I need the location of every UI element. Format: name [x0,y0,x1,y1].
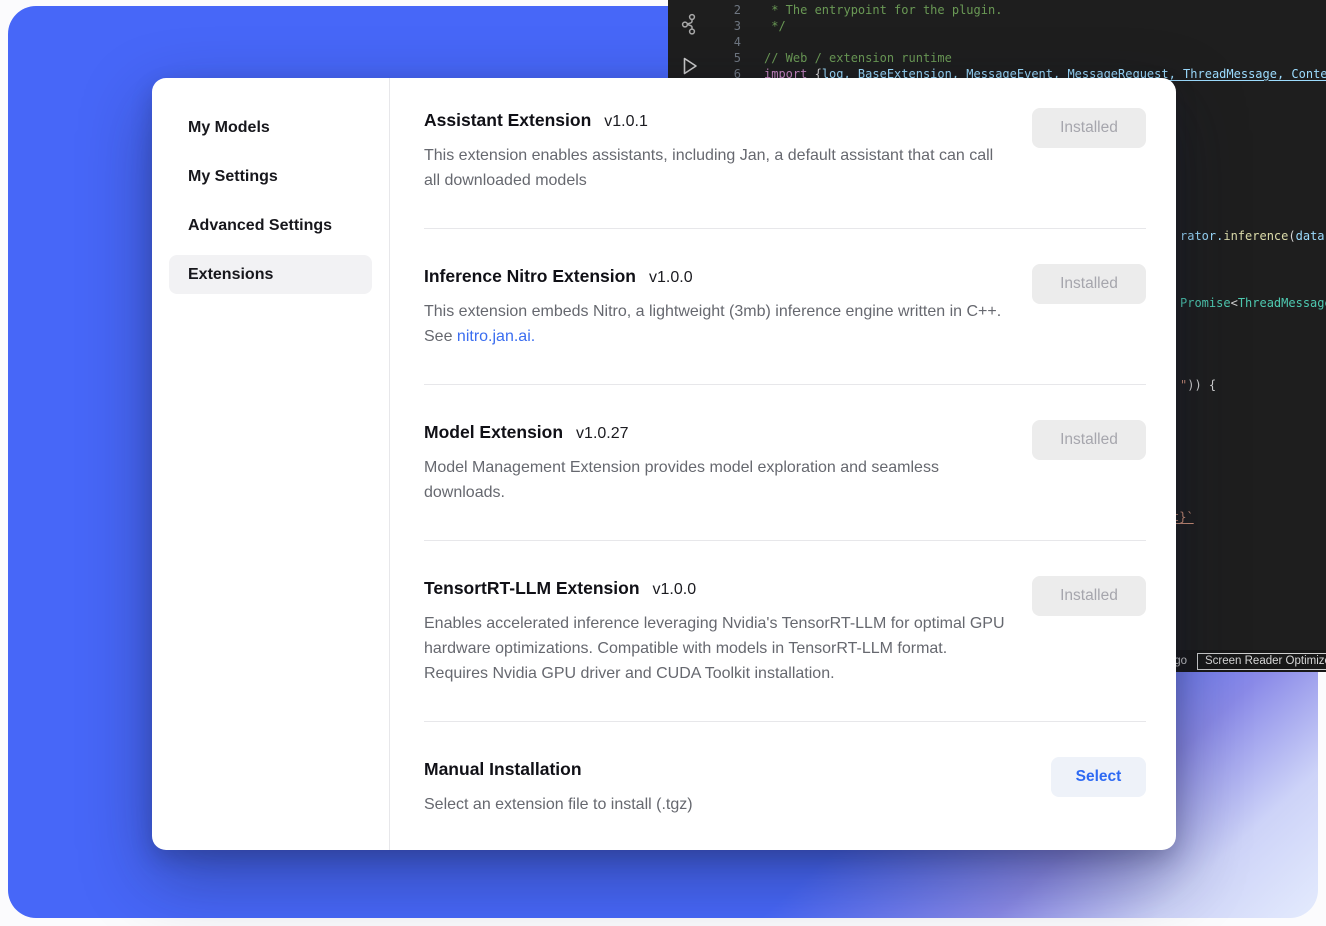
line-number: 3 [668,18,741,34]
manual-installation-description: Select an extension file to install (.tg… [424,792,693,817]
extension-version: v1.0.27 [576,425,628,442]
extension-title: TensortRT-LLM Extension v1.0.0 [424,576,1006,602]
manual-installation-row: Manual Installation Select an extension … [424,722,1146,850]
extension-row-inference-nitro: Inference Nitro Extension v1.0.0 This ext… [424,229,1146,385]
installed-button[interactable]: Installed [1032,420,1146,460]
nitro-jan-ai-link[interactable]: nitro.jan.ai. [457,328,535,345]
extension-name: Assistant Extension [424,110,591,130]
line-number: 4 [668,34,741,50]
code-line: 4 [668,34,1326,50]
installed-button[interactable]: Installed [1032,264,1146,304]
extension-description: Enables accelerated inference leveraging… [424,611,1006,686]
extension-row-model: Model Extension v1.0.27 Model Management … [424,385,1146,541]
code-line: 5 // Web / extension runtime [668,50,1326,66]
sidebar-item-my-models[interactable]: My Models [169,108,372,147]
code-text: */ [741,18,786,34]
extension-title: Assistant Extension v1.0.1 [424,108,1006,134]
installed-button[interactable]: Installed [1032,576,1146,616]
extension-row-tensorrt-llm: TensortRT-LLM Extension v1.0.0 Enables ac… [424,541,1146,722]
extension-version: v1.0.0 [653,581,697,598]
extensions-panel: Assistant Extension v1.0.1 This extension… [390,78,1176,850]
sidebar-item-my-settings[interactable]: My Settings [169,157,372,196]
extension-description: Model Management Extension provides mode… [424,455,1006,505]
settings-sidebar: My Models My Settings Advanced Settings … [152,78,390,850]
select-button[interactable]: Select [1051,757,1146,797]
code-fragment-string: ")) { [1180,377,1216,393]
extension-name: Model Extension [424,422,563,442]
code-line: 2 * The entrypoint for the plugin. [668,2,1326,18]
code-lines: 2 * The entrypoint for the plugin. 3 */ … [668,2,1326,82]
code-text [741,34,764,50]
extension-row-assistant: Assistant Extension v1.0.1 This extension… [424,108,1146,229]
code-line: 3 */ [668,18,1326,34]
line-number: 5 [668,50,741,66]
installed-button[interactable]: Installed [1032,108,1146,148]
screen-reader-optimized-badge[interactable]: Screen Reader Optimize [1197,653,1326,670]
line-number: 2 [668,2,741,18]
status-text-fragment: go [1174,655,1187,667]
settings-modal: My Models My Settings Advanced Settings … [152,78,1176,850]
sidebar-item-extensions[interactable]: Extensions [169,255,372,294]
extension-name: TensortRT-LLM Extension [424,578,640,598]
extension-description: This extension embeds Nitro, a lightweig… [424,299,1006,349]
code-text: // Web / extension runtime [741,50,952,66]
extension-title: Inference Nitro Extension v1.0.0 [424,264,1006,290]
extension-version: v1.0.1 [604,113,648,130]
extension-version: v1.0.0 [649,269,693,286]
extension-description: This extension enables assistants, inclu… [424,143,1006,193]
manual-installation-title: Manual Installation [424,757,693,783]
code-fragment-inference: rator.inference(data)); [1180,228,1326,244]
extension-name: Inference Nitro Extension [424,266,636,286]
code-fragment-promise: Promise<ThreadMessage> [1180,295,1326,311]
code-text: * The entrypoint for the plugin. [741,2,1002,18]
extension-title: Model Extension v1.0.27 [424,420,1006,446]
sidebar-item-advanced-settings[interactable]: Advanced Settings [169,206,372,245]
